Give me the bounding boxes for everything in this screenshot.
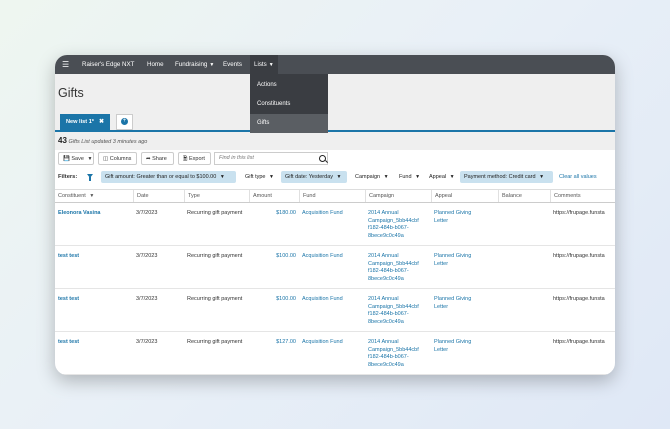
- menu-item-gifts[interactable]: Gifts: [250, 114, 328, 133]
- chevron-down-icon: ▼: [209, 62, 215, 68]
- nav-fundraising[interactable]: Fundraising ▼: [175, 55, 214, 74]
- appeal-link[interactable]: Planned Giving Letter: [431, 339, 483, 354]
- appeal-link[interactable]: Planned Giving Letter: [431, 210, 483, 225]
- app-name[interactable]: Raiser's Edge NXT: [82, 55, 134, 74]
- filter-gift-type[interactable]: Gift type ▼: [241, 171, 277, 183]
- filter-fund[interactable]: Fund ▼: [395, 171, 421, 183]
- column-header-appeal[interactable]: Appeal: [431, 190, 498, 202]
- table-row: Eleonora Vasina 3/7/2023 Recurring gift …: [55, 202, 615, 246]
- column-header-amount[interactable]: Amount: [249, 190, 299, 202]
- fund-link[interactable]: Acquisition Fund: [299, 253, 365, 261]
- comments-cell: https://frupage.funsta: [553, 210, 605, 216]
- tab-new-list[interactable]: New list 1* ✖: [60, 114, 110, 130]
- constituent-link[interactable]: test test: [55, 339, 132, 347]
- menu-item-constituents[interactable]: Constituents: [250, 95, 328, 114]
- menu-icon[interactable]: ☰: [62, 55, 69, 74]
- column-header-fund[interactable]: Fund: [299, 190, 365, 202]
- constituent-link[interactable]: test test: [55, 253, 132, 261]
- app-window: ☰ Raiser's Edge NXT Home Fundraising ▼ Ev…: [55, 55, 615, 375]
- date-cell: 3/7/2023: [136, 296, 158, 302]
- column-header-campaign[interactable]: Campaign: [365, 190, 431, 202]
- amount-link[interactable]: $100.00: [249, 296, 299, 304]
- export-button[interactable]: 🗎 Export: [178, 152, 211, 165]
- filter-payment-method[interactable]: Payment method: Credit card ▼: [460, 171, 553, 183]
- sort-down-icon: ▼: [89, 193, 95, 199]
- filter-campaign[interactable]: Campaign ▼: [351, 171, 389, 183]
- fund-link[interactable]: Acquisition Fund: [299, 210, 365, 218]
- amount-link[interactable]: $100.00: [249, 253, 299, 261]
- campaign-link[interactable]: 2014 Annual Campaign_5bb44cbf f182-484b-…: [365, 253, 429, 283]
- search-input[interactable]: Find in this list: [214, 152, 328, 165]
- menu-item-actions[interactable]: Actions: [250, 76, 328, 95]
- chevron-down-icon: ▼: [269, 174, 274, 180]
- column-header-type[interactable]: Type: [184, 190, 249, 202]
- filter-gift-date[interactable]: Gift date: Yesterday ▼: [281, 171, 347, 183]
- save-button[interactable]: 💾 Save ▼: [58, 152, 94, 165]
- type-cell: Recurring gift payment: [187, 339, 243, 345]
- type-cell: Recurring gift payment: [187, 296, 243, 302]
- chevron-down-icon: ▼: [383, 174, 389, 180]
- column-header-date[interactable]: Date: [133, 190, 184, 202]
- filter-icon[interactable]: [87, 174, 93, 181]
- chevron-down-icon: ▼: [415, 174, 421, 180]
- column-header-balance[interactable]: Balance: [498, 190, 550, 202]
- clear-all-link[interactable]: Clear all values: [559, 171, 597, 183]
- tab-underline: [55, 130, 615, 132]
- add-tab-button[interactable]: +: [116, 114, 133, 130]
- appeal-link[interactable]: Planned Giving Letter: [431, 253, 483, 268]
- nav-events[interactable]: Events: [223, 55, 242, 74]
- date-cell: 3/7/2023: [136, 253, 158, 259]
- campaign-link[interactable]: 2014 Annual Campaign_5bb44cbf f182-484b-…: [365, 210, 429, 240]
- type-cell: Recurring gift payment: [187, 253, 243, 259]
- constituent-link[interactable]: test test: [55, 296, 132, 304]
- chevron-down-icon: ▼: [539, 174, 545, 180]
- amount-link[interactable]: $127.00: [249, 339, 299, 347]
- type-cell: Recurring gift payment: [187, 210, 243, 216]
- nav-home[interactable]: Home: [147, 55, 164, 74]
- columns-icon: ◫: [103, 156, 109, 162]
- date-cell: 3/7/2023: [136, 339, 158, 345]
- filters-label: Filters:: [58, 174, 78, 180]
- top-nav: ☰ Raiser's Edge NXT Home Fundraising ▼ Ev…: [55, 55, 615, 74]
- comments-cell: https://frupage.funsta: [553, 253, 605, 259]
- plus-icon: +: [121, 118, 128, 125]
- filter-appeal[interactable]: Appeal ▼: [425, 171, 456, 183]
- campaign-link[interactable]: 2014 Annual Campaign_5bb44cbf f182-484b-…: [365, 339, 429, 369]
- search-icon[interactable]: [319, 155, 326, 162]
- chevron-down-icon: ▼: [449, 174, 455, 180]
- chevron-down-icon: ▼: [219, 174, 225, 180]
- table-row: test test 3/7/2023 Recurring gift paymen…: [55, 245, 615, 289]
- table-row: test test 3/7/2023 Recurring gift paymen…: [55, 288, 615, 332]
- chevron-down-icon: ▼: [336, 174, 342, 180]
- filter-gift-amount[interactable]: Gift amount: Greater than or equal to $1…: [101, 171, 236, 183]
- share-button[interactable]: ➦ Share: [141, 152, 174, 165]
- fund-link[interactable]: Acquisition Fund: [299, 296, 365, 304]
- close-icon[interactable]: ✖: [99, 114, 104, 130]
- column-header-comments[interactable]: Comments: [550, 190, 615, 202]
- date-cell: 3/7/2023: [136, 210, 158, 216]
- filter-bar: Filters: Gift amount: Greater than or eq…: [55, 169, 615, 186]
- record-count: 43: [58, 136, 67, 145]
- table-row: test test 3/7/2023 Recurring gift paymen…: [55, 331, 615, 375]
- share-icon: ➦: [146, 156, 151, 162]
- nav-lists[interactable]: Lists ▼: [250, 55, 278, 74]
- amount-link[interactable]: $180.00: [249, 210, 299, 218]
- list-info: 43 Gifts List updated 3 minutes ago: [58, 136, 147, 145]
- appeal-link[interactable]: Planned Giving Letter: [431, 296, 483, 311]
- lists-dropdown: Actions Constituents Gifts: [250, 74, 328, 133]
- fund-link[interactable]: Acquisition Fund: [299, 339, 365, 347]
- chevron-down-icon: ▼: [87, 156, 93, 162]
- export-icon: 🗎: [183, 156, 188, 162]
- table-header: Constituent ▼ Date Type Amount Fund Camp…: [55, 189, 615, 203]
- page-title: Gifts: [58, 86, 84, 100]
- updated-text: Gifts List updated 3 minutes ago: [68, 139, 148, 145]
- campaign-link[interactable]: 2014 Annual Campaign_5bb44cbf f182-484b-…: [365, 296, 429, 326]
- comments-cell: https://frupage.funsta: [553, 339, 605, 345]
- column-header-constituent[interactable]: Constituent ▼: [55, 190, 132, 202]
- chevron-down-icon: ▼: [268, 62, 274, 68]
- comments-cell: https://frupage.funsta: [553, 296, 605, 302]
- constituent-link[interactable]: Eleonora Vasina: [55, 210, 132, 218]
- columns-button[interactable]: ◫ Columns: [98, 152, 137, 165]
